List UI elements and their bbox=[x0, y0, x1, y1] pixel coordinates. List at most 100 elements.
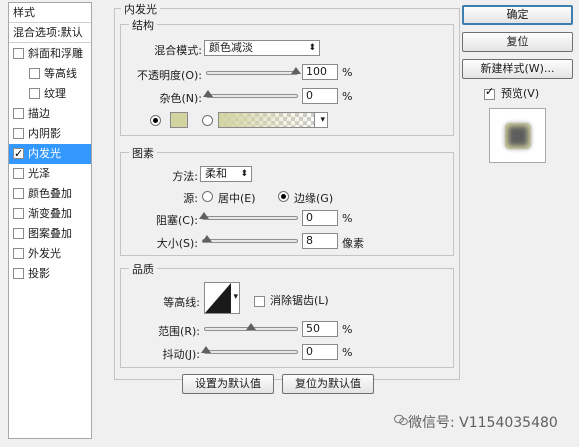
choke-input[interactable]: 0 bbox=[302, 210, 338, 226]
method-select[interactable]: 柔和 ⬍ bbox=[200, 166, 252, 182]
elements-title: 图素 bbox=[129, 145, 157, 161]
range-slider-thumb[interactable] bbox=[246, 323, 256, 330]
choke-label: 阻塞(C): bbox=[156, 214, 198, 227]
size-label: 大小(S): bbox=[156, 237, 198, 250]
sidebar-item-checkbox[interactable] bbox=[13, 47, 24, 59]
gradient-dropdown[interactable]: ▾ bbox=[314, 112, 328, 128]
anti-alias-checkbox[interactable] bbox=[254, 295, 265, 307]
range-unit: % bbox=[342, 323, 353, 336]
wechat-icon bbox=[394, 414, 408, 426]
noise-slider-thumb[interactable] bbox=[203, 90, 213, 97]
sidebar-item-checkbox[interactable] bbox=[13, 167, 24, 179]
sidebar-item-checkbox[interactable] bbox=[13, 144, 24, 164]
source-center-radio[interactable] bbox=[202, 191, 213, 202]
sidebar-item[interactable]: 纹理 bbox=[9, 84, 91, 104]
sidebar-item-checkbox[interactable] bbox=[13, 107, 24, 119]
sidebar-item-label: 内阴影 bbox=[28, 127, 61, 140]
method-value: 柔和 bbox=[205, 167, 227, 180]
reset-default-button[interactable]: 复位为默认值 bbox=[282, 374, 374, 394]
sidebar-item[interactable]: 光泽 bbox=[9, 164, 91, 184]
noise-input[interactable]: 0 bbox=[302, 88, 338, 104]
source-center-label: 居中(E) bbox=[218, 192, 256, 205]
new-style-button[interactable]: 新建样式(W)... bbox=[462, 59, 573, 79]
sidebar-item-label: 图案叠加 bbox=[28, 227, 72, 240]
glow-color-swatch[interactable] bbox=[170, 112, 188, 128]
sidebar-item-checkbox[interactable] bbox=[29, 67, 40, 79]
ok-button[interactable]: 确定 bbox=[462, 5, 573, 25]
size-input[interactable]: 8 bbox=[302, 233, 338, 249]
blend-mode-select[interactable]: 颜色减淡 ⬍ bbox=[204, 40, 320, 56]
updown-arrow-icon: ⬍ bbox=[308, 43, 316, 53]
source-edge-label: 边缘(G) bbox=[294, 192, 334, 205]
structure-title: 结构 bbox=[129, 17, 157, 33]
opacity-slider[interactable] bbox=[206, 71, 298, 75]
preview-swatch bbox=[505, 123, 531, 149]
sidebar-item-checkbox[interactable] bbox=[29, 87, 40, 99]
source-edge-radio[interactable] bbox=[278, 191, 289, 202]
jitter-slider[interactable] bbox=[204, 350, 298, 354]
sidebar-item-checkbox[interactable] bbox=[13, 227, 24, 239]
sidebar-item-label: 光泽 bbox=[28, 167, 50, 180]
size-slider-thumb[interactable] bbox=[201, 235, 212, 242]
sidebar-item-label: 渐变叠加 bbox=[28, 207, 72, 220]
sidebar-item-label: 纹理 bbox=[44, 87, 66, 100]
sidebar-item[interactable]: 外发光 bbox=[9, 244, 91, 264]
contour-label: 等高线: bbox=[163, 296, 200, 309]
source-label: 源: bbox=[183, 192, 198, 205]
choke-unit: % bbox=[342, 212, 353, 225]
contour-curve-icon bbox=[205, 283, 231, 313]
sidebar-item-checkbox[interactable] bbox=[13, 207, 24, 219]
sidebar-item[interactable]: 描边 bbox=[9, 104, 91, 124]
noise-slider[interactable] bbox=[206, 94, 298, 98]
sidebar-item-checkbox[interactable] bbox=[13, 187, 24, 199]
blend-options-item[interactable]: 混合选项:默认 bbox=[9, 23, 91, 43]
choke-slider[interactable] bbox=[202, 216, 298, 220]
blend-mode-label: 混合模式: bbox=[154, 44, 202, 57]
opacity-input[interactable]: 100 bbox=[302, 64, 338, 80]
sidebar-item[interactable]: 颜色叠加 bbox=[9, 184, 91, 204]
sidebar-item[interactable]: 投影 bbox=[9, 264, 91, 284]
sidebar-item[interactable]: 斜面和浮雕 bbox=[9, 44, 91, 64]
jitter-unit: % bbox=[342, 346, 353, 359]
jitter-input[interactable]: 0 bbox=[302, 344, 338, 360]
blend-mode-value: 颜色减淡 bbox=[209, 41, 253, 54]
sidebar-item-label: 外发光 bbox=[28, 247, 61, 260]
gradient-radio[interactable] bbox=[202, 115, 213, 126]
panel-title: 内发光 bbox=[121, 1, 160, 17]
chevron-down-icon: ▾ bbox=[320, 115, 325, 125]
opacity-slider-thumb[interactable] bbox=[291, 67, 301, 74]
sidebar-item-label: 描边 bbox=[28, 107, 50, 120]
updown-arrow-icon: ⬍ bbox=[240, 169, 248, 179]
sidebar-item[interactable]: 内阴影 bbox=[9, 124, 91, 144]
chevron-down-icon: ▾ bbox=[233, 292, 238, 302]
sidebar-item-label: 斜面和浮雕 bbox=[28, 47, 83, 60]
sidebar-item-label: 颜色叠加 bbox=[28, 187, 72, 200]
make-default-button[interactable]: 设置为默认值 bbox=[182, 374, 274, 394]
sidebar-item-label: 投影 bbox=[28, 267, 50, 280]
method-label: 方法: bbox=[172, 170, 198, 183]
choke-slider-thumb[interactable] bbox=[199, 212, 209, 219]
sidebar-item-label: 等高线 bbox=[44, 67, 77, 80]
sidebar-item-checkbox[interactable] bbox=[13, 267, 24, 279]
sidebar-item-checkbox[interactable] bbox=[13, 247, 24, 259]
glow-gradient-picker[interactable] bbox=[218, 112, 328, 128]
size-slider[interactable] bbox=[202, 239, 298, 243]
styles-sidebar: 样式 混合选项:默认 斜面和浮雕等高线纹理描边内阴影内发光光泽颜色叠加渐变叠加图… bbox=[8, 2, 92, 439]
sidebar-item-label: 内发光 bbox=[28, 147, 61, 160]
contour-picker[interactable]: ▾ bbox=[204, 282, 240, 314]
inner-glow-panel: 内发光 结构 混合模式: 颜色减淡 ⬍ 不透明度(O): 100 % 杂色(N)… bbox=[106, 1, 460, 384]
sidebar-item[interactable]: 内发光 bbox=[9, 144, 91, 164]
opacity-unit: % bbox=[342, 66, 353, 79]
sidebar-item[interactable]: 图案叠加 bbox=[9, 224, 91, 244]
opacity-label: 不透明度(O): bbox=[137, 69, 202, 82]
range-input[interactable]: 50 bbox=[302, 321, 338, 337]
sidebar-item[interactable]: 等高线 bbox=[9, 64, 91, 84]
solid-color-radio[interactable] bbox=[150, 115, 161, 126]
reset-button[interactable]: 复位 bbox=[462, 32, 573, 52]
jitter-slider-thumb[interactable] bbox=[201, 346, 211, 353]
preview-checkbox[interactable] bbox=[484, 85, 495, 100]
sidebar-item-checkbox[interactable] bbox=[13, 127, 24, 139]
watermark-text: 微信号: V1154035480 bbox=[408, 415, 558, 431]
sidebar-item[interactable]: 渐变叠加 bbox=[9, 204, 91, 224]
preview-label: 预览(V) bbox=[501, 87, 540, 100]
